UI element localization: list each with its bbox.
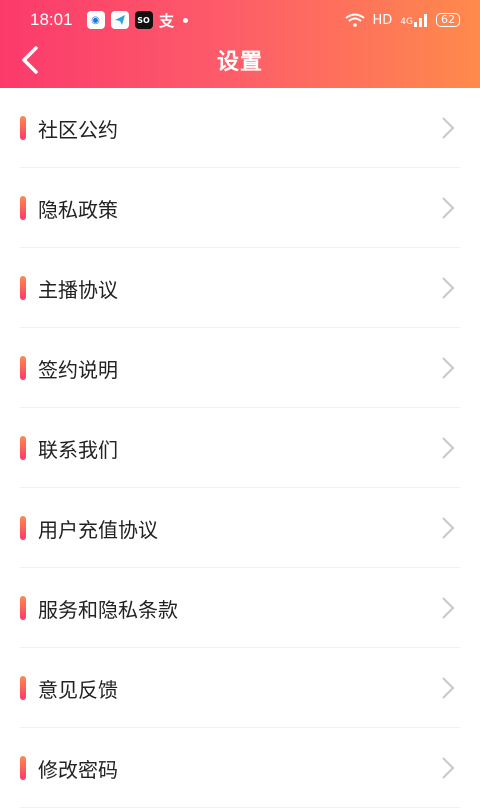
header-bar: 18:01 ◉ SO 支 HD 4G 62 设置: [0, 0, 480, 88]
chevron-right-icon: [442, 117, 455, 139]
menu-item-label: 社区公约: [38, 117, 118, 142]
alipay-icon: 支: [159, 11, 175, 30]
status-time: 18:01: [30, 10, 73, 29]
menu-item-signing-notes[interactable]: 签约说明: [0, 328, 480, 408]
back-button[interactable]: [12, 40, 48, 80]
accent-bar: [20, 436, 26, 460]
menu-item-change-password[interactable]: 修改密码: [0, 728, 480, 808]
status-right: HD 4G 62: [344, 12, 460, 28]
menu-item-feedback[interactable]: 意见反馈: [0, 648, 480, 728]
page-title: 设置: [216, 50, 263, 75]
menu-item-label: 签约说明: [38, 357, 118, 382]
accent-bar: [20, 596, 26, 620]
menu-item-contact-us[interactable]: 联系我们: [0, 408, 480, 488]
menu-item-community-rules[interactable]: 社区公约: [0, 88, 480, 168]
chevron-right-icon: [442, 277, 455, 299]
chevron-right-icon: [442, 677, 455, 699]
telegram-icon: [110, 11, 129, 29]
accent-bar: [20, 516, 26, 540]
chevron-right-icon: [442, 517, 455, 539]
menu-item-label: 用户充值协议: [38, 517, 158, 542]
menu-item-label: 隐私政策: [38, 197, 118, 222]
accent-bar: [20, 276, 26, 300]
chevron-right-icon: [442, 757, 455, 779]
signal-icon: 4G: [400, 13, 428, 27]
menu-item-label: 主播协议: [38, 277, 118, 302]
nav-bar: 设置: [0, 38, 480, 82]
battery-indicator: 62: [436, 13, 460, 27]
accent-bar: [20, 356, 26, 380]
settings-list: 社区公约 隐私政策 主播协议 签约说明 联系我们 用户充值协议 服务和隐私条款 …: [0, 88, 480, 808]
signal-label: 4G: [400, 17, 413, 27]
chevron-right-icon: [442, 437, 455, 459]
back-arrow-icon: [22, 46, 38, 74]
menu-item-recharge-agreement[interactable]: 用户充值协议: [0, 488, 480, 568]
wifi-icon: [344, 13, 365, 27]
soul-app-icon: SO: [134, 11, 153, 29]
menu-item-label: 联系我们: [38, 437, 118, 462]
menu-item-host-agreement[interactable]: 主播协议: [0, 248, 480, 328]
network-label: HD: [372, 12, 393, 28]
ring-app-icon: ◉: [86, 11, 105, 29]
accent-bar: [20, 676, 26, 700]
chevron-right-icon: [442, 597, 455, 619]
menu-item-label: 服务和隐私条款: [38, 597, 178, 622]
accent-bar: [20, 116, 26, 140]
chevron-right-icon: [442, 197, 455, 219]
chevron-right-icon: [442, 357, 455, 379]
status-bar: 18:01 ◉ SO 支 HD 4G 62: [0, 0, 480, 40]
notification-icons: ◉ SO 支: [86, 11, 188, 30]
menu-item-privacy-policy[interactable]: 隐私政策: [0, 168, 480, 248]
menu-item-service-privacy-terms[interactable]: 服务和隐私条款: [0, 568, 480, 648]
accent-bar: [20, 196, 26, 220]
menu-item-label: 意见反馈: [38, 677, 118, 702]
menu-item-label: 修改密码: [38, 757, 118, 782]
accent-bar: [20, 756, 26, 780]
more-notifications-dot: [182, 17, 188, 23]
